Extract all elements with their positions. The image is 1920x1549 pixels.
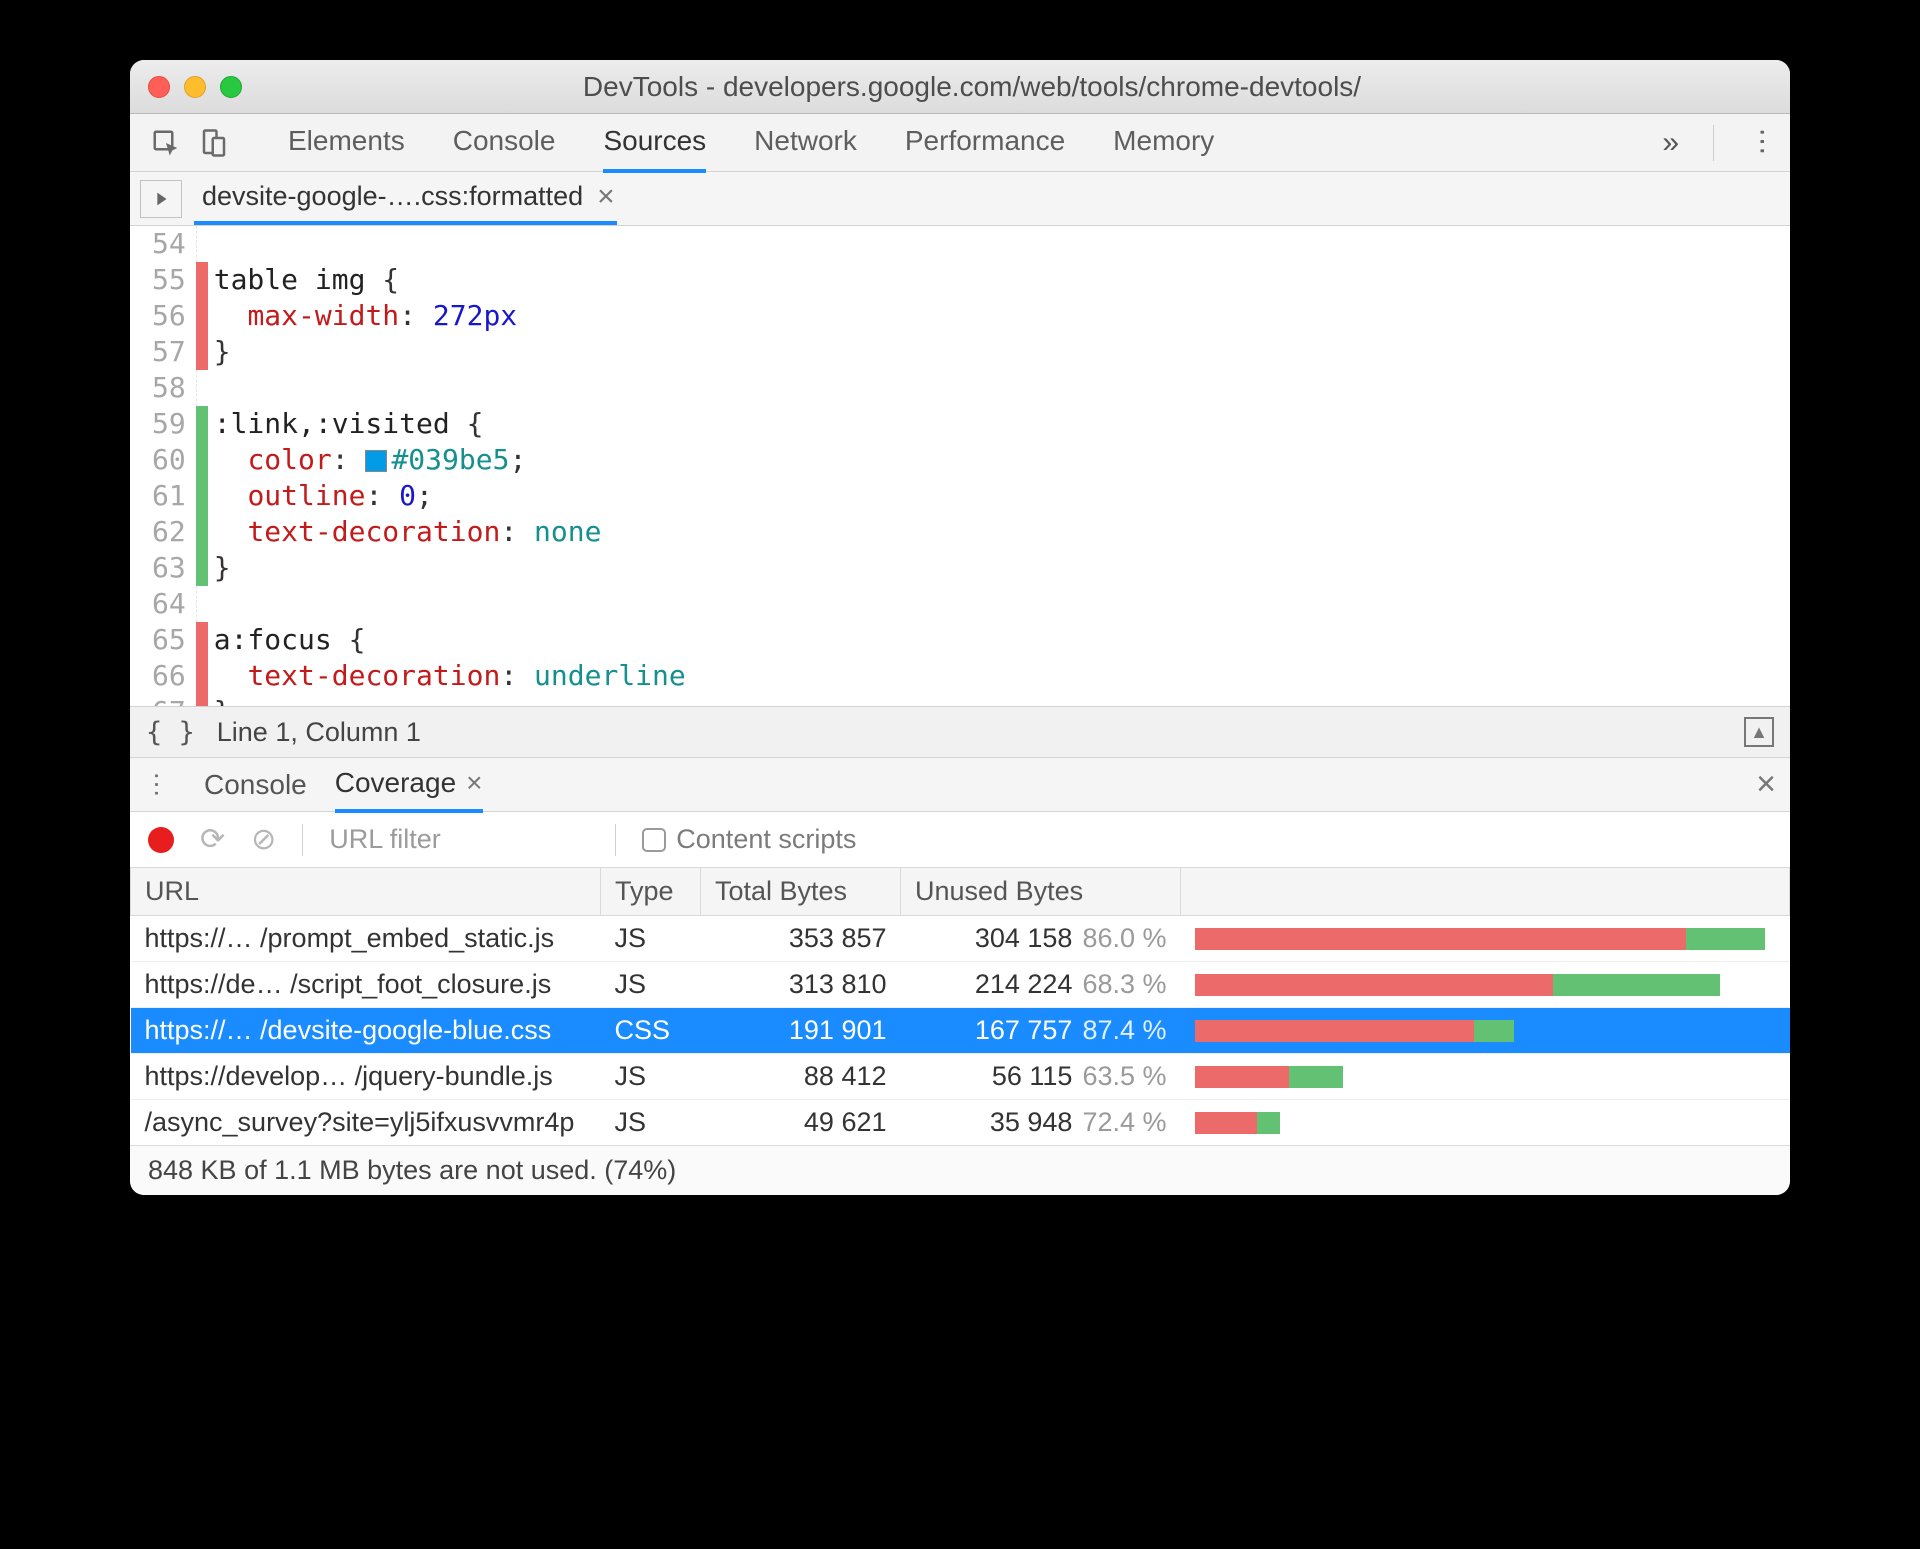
drawer-close-icon[interactable]: × [1756, 765, 1776, 804]
tab-memory[interactable]: Memory [1113, 113, 1214, 173]
separator [615, 824, 616, 856]
navigator-toggle-icon[interactable] [140, 180, 182, 218]
cursor-position: Line 1, Column 1 [217, 717, 421, 748]
settings-menu-icon[interactable]: ⋯ [1747, 128, 1780, 158]
reload-icon[interactable]: ⟳ [200, 822, 225, 857]
clear-icon[interactable]: ⊘ [251, 822, 276, 857]
coverage-summary: 848 KB of 1.1 MB bytes are not used. (74… [130, 1145, 1790, 1195]
col-bar[interactable] [1181, 868, 1790, 916]
coverage-row[interactable]: https://de… /script_foot_closure.jsJS313… [131, 962, 1790, 1008]
editor-statusbar: { } Line 1, Column 1 ▲ [130, 706, 1790, 758]
window-title: DevTools - developers.google.com/web/too… [242, 71, 1702, 103]
file-tabbar: devsite-google-….css:formatted × [130, 172, 1790, 226]
tab-console[interactable]: Console [453, 113, 556, 173]
separator [302, 824, 303, 856]
drawer-tabbar: ⋯ Console Coverage× × [130, 758, 1790, 812]
inspect-element-icon[interactable] [142, 123, 190, 163]
coverage-row[interactable]: /async_survey?site=ylj5ifxusvvmr4pJS49 6… [131, 1100, 1790, 1146]
col-url[interactable]: URL [131, 868, 601, 916]
tab-network[interactable]: Network [754, 113, 857, 173]
source-editor[interactable]: 545556575859606162636465666768 table img… [130, 226, 1790, 706]
coverage-table: URL Type Total Bytes Unused Bytes https:… [130, 868, 1790, 1145]
record-button[interactable] [148, 827, 174, 853]
devtools-window: DevTools - developers.google.com/web/too… [130, 60, 1790, 1195]
url-filter-input[interactable]: URL filter [329, 824, 589, 855]
coverage-row[interactable]: https://… /devsite-google-blue.cssCSS191… [131, 1008, 1790, 1054]
col-total[interactable]: Total Bytes [701, 868, 901, 916]
tab-sources[interactable]: Sources [603, 113, 706, 173]
file-tab-label: devsite-google-….css:formatted [202, 181, 583, 212]
collapse-drawer-icon[interactable]: ▲ [1744, 717, 1774, 747]
main-tabbar: Elements Console Sources Network Performance… [130, 114, 1790, 172]
tab-performance[interactable]: Performance [905, 113, 1065, 173]
close-icon[interactable]: × [597, 180, 615, 214]
separator [1713, 125, 1714, 161]
col-unused[interactable]: Unused Bytes [901, 868, 1181, 916]
drawer-tab-console[interactable]: Console [204, 759, 307, 811]
titlebar: DevTools - developers.google.com/web/too… [130, 60, 1790, 114]
file-tab-active[interactable]: devsite-google-….css:formatted × [194, 172, 617, 225]
close-icon[interactable]: × [466, 767, 482, 799]
device-toolbar-icon[interactable] [190, 123, 238, 163]
drawer-tab-coverage[interactable]: Coverage× [335, 757, 483, 813]
content-scripts-checkbox[interactable]: Content scripts [642, 824, 856, 855]
coverage-row[interactable]: https://… /prompt_embed_static.jsJS353 8… [131, 916, 1790, 962]
window-minimize-button[interactable] [184, 76, 206, 98]
coverage-toolbar: ⟳ ⊘ URL filter Content scripts [130, 812, 1790, 868]
window-maximize-button[interactable] [220, 76, 242, 98]
tab-elements[interactable]: Elements [288, 113, 405, 173]
pretty-print-icon[interactable]: { } [146, 717, 195, 748]
drawer-menu-icon[interactable]: ⋯ [142, 772, 173, 798]
more-tabs-icon[interactable]: » [1662, 126, 1679, 160]
window-close-button[interactable] [148, 76, 170, 98]
window-traffic-lights [148, 76, 242, 98]
col-type[interactable]: Type [601, 868, 701, 916]
coverage-row[interactable]: https://develop… /jquery-bundle.jsJS88 4… [131, 1054, 1790, 1100]
